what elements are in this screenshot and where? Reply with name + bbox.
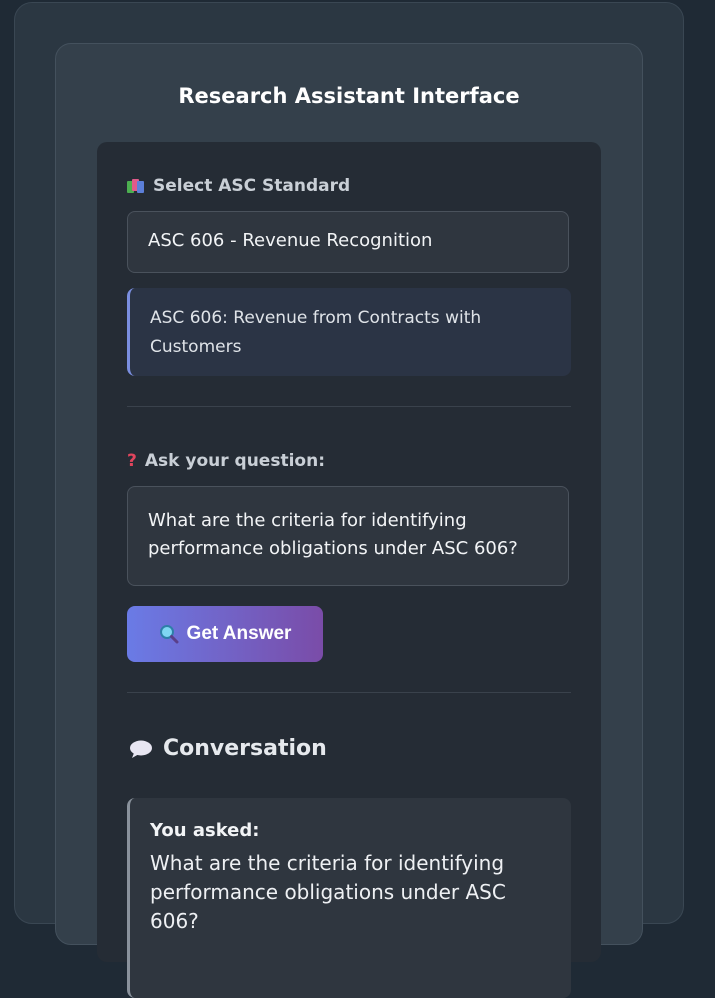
question-label-text: Ask your question: [144, 451, 325, 471]
question-input-value: What are the criteria for identifying pe… [148, 510, 518, 559]
magnifier-icon [159, 625, 179, 644]
research-panel: Select ASC Standard ASC 606 - Revenue Re… [97, 142, 601, 998]
conversation-heading: Conversation [129, 736, 327, 761]
message-heading: You asked: [150, 820, 260, 841]
standard-select-label: Select ASC Standard [127, 176, 350, 196]
conversation-title: Conversation [163, 736, 327, 761]
main-card: Research Assistant Interface Select ASC … [55, 43, 643, 998]
section-divider [127, 406, 571, 407]
page-title: Research Assistant Interface [178, 84, 520, 108]
standard-select[interactable]: ASC 606 - Revenue Recognition [127, 211, 569, 273]
standard-info-box: ASC 606: Revenue from Contracts with Cus… [127, 288, 571, 376]
speech-bubble-icon [130, 740, 152, 758]
message-text: What are the criteria for identifying pe… [150, 851, 506, 933]
section-divider [127, 692, 571, 693]
standard-select-label-text: Select ASC Standard [153, 176, 351, 196]
question-input[interactable]: What are the criteria for identifying pe… [127, 486, 569, 586]
app-container: Research Assistant Interface Select ASC … [14, 2, 684, 998]
question-label: ? Ask your question: [127, 451, 325, 471]
standard-select-value: ASC 606 - Revenue Recognition [148, 230, 433, 251]
get-answer-button[interactable]: Get Answer [127, 606, 323, 662]
question-mark-icon: ? [127, 451, 137, 471]
books-icon [127, 178, 145, 194]
get-answer-label: Get Answer [186, 623, 292, 644]
standard-info-text: ASC 606: Revenue from Contracts with Cus… [150, 308, 482, 357]
conversation-message: You asked: What are the criteria for ide… [127, 798, 571, 998]
